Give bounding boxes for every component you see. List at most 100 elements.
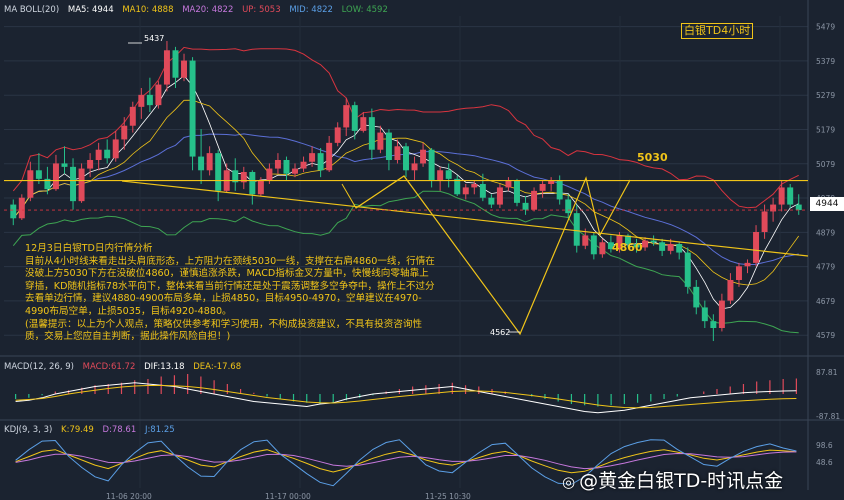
candle-body — [70, 166, 77, 202]
candle-body — [368, 117, 375, 150]
candle-body — [27, 170, 34, 198]
candle-body — [343, 105, 350, 128]
time-label-1: 11-06 20:00 — [106, 492, 152, 500]
candle-body — [599, 242, 606, 255]
ma20-label: MA20: 4822 — [182, 5, 233, 15]
candle-body — [78, 168, 85, 202]
candle-body — [462, 187, 469, 195]
candle-body — [684, 252, 691, 287]
watermark: ◎ @黄金白银TD-时讯点金 — [562, 466, 783, 493]
candle-body — [659, 242, 666, 251]
macd-tick-label: -87.81 — [816, 412, 840, 421]
candle-body — [129, 106, 136, 126]
candle-body — [172, 50, 179, 78]
time-label-2: 11-17 00:00 — [265, 492, 311, 500]
high-annotation: 5437 — [144, 34, 164, 43]
support-label: 4860 — [612, 241, 643, 254]
candle-body — [778, 187, 785, 205]
candle-body — [95, 149, 102, 160]
candle-body — [351, 105, 358, 131]
macd-value: MACD:61.72 — [83, 362, 136, 372]
candle-body — [18, 197, 25, 219]
candle-body — [394, 146, 401, 160]
candle-body — [326, 142, 333, 171]
candle-body — [181, 60, 188, 78]
candle-body — [718, 300, 725, 328]
ma5-label: MA5: 4944 — [68, 5, 114, 15]
candle-body — [539, 184, 546, 191]
candle-body — [317, 153, 324, 171]
price-tick-label: 4579 — [816, 331, 835, 340]
candle-body — [496, 187, 503, 205]
symbol-label: 白银TD4小时 — [681, 23, 754, 39]
candle-body — [531, 190, 538, 210]
candle-body — [257, 180, 264, 195]
candle-body — [761, 211, 768, 232]
candle-body — [198, 156, 205, 171]
candle-body — [693, 286, 700, 308]
candle-body — [701, 307, 708, 322]
kdj-tick-label: 98.6 — [816, 441, 833, 450]
candle-body — [206, 153, 213, 171]
candle-body — [735, 266, 742, 280]
candle-body — [428, 149, 435, 181]
price-tick-label: 5379 — [816, 57, 835, 66]
d-value: D:78.61 — [102, 425, 136, 435]
boll-mid-label: MID: 4822 — [289, 5, 333, 15]
candle-body — [121, 125, 128, 140]
candle-body — [189, 60, 196, 157]
candle-body — [249, 172, 256, 195]
macd-name: MACD(12, 26, 9) — [4, 362, 74, 372]
candle-body — [522, 202, 529, 210]
candle-body — [667, 244, 674, 251]
candle-body — [112, 139, 119, 159]
candle-body — [471, 184, 478, 188]
dif-value: DIF:13.18 — [144, 362, 184, 372]
candle-body — [642, 240, 649, 248]
candle-body — [556, 180, 563, 200]
candle-body — [35, 170, 42, 179]
kdj-tick-label: 48.6 — [816, 458, 833, 467]
dea-value: DEA:-17.68 — [193, 362, 241, 372]
candle-body — [163, 50, 170, 85]
price-tick-label: 5179 — [816, 125, 835, 134]
candle-body — [795, 204, 802, 211]
analysis-title: 12月3日白银TD日内行情分析 — [25, 243, 153, 254]
macd-tick-label: 87.81 — [816, 368, 838, 377]
candle-body — [420, 149, 427, 164]
kdj-name: KDJ(9, 3, 3) — [4, 425, 52, 435]
candle-body — [215, 153, 222, 191]
watermark-text: @黄金白银TD-时讯点金 — [579, 470, 784, 492]
candle-body — [104, 149, 111, 159]
candle-body — [573, 213, 580, 246]
price-tick-label: 5479 — [816, 23, 835, 32]
candle-body — [334, 127, 341, 143]
k-value: K:79.49 — [61, 425, 94, 435]
svg-text:MACD(12, 26, 9) MACD:61.72: MACD(12, 26, 9) MACD:61.72 DIF:13.18 DEA… — [4, 362, 241, 372]
candle-body — [360, 117, 367, 131]
price-tick-label: 4679 — [816, 297, 835, 306]
analysis-tip: (温馨提示：以上为个人观点，策略仅供参考和学习使用，不构成投资建议，不具有投资咨… — [25, 318, 423, 343]
candle-body — [300, 161, 307, 169]
j-value: J:81.25 — [144, 425, 175, 435]
camera-icon: ◎ — [562, 473, 576, 491]
candle-body — [590, 235, 597, 255]
candle-body — [437, 170, 444, 181]
candle-body — [309, 153, 316, 162]
candle-body — [787, 187, 794, 205]
candle-body — [61, 163, 68, 167]
candle-body — [385, 132, 392, 160]
candle-body — [445, 170, 452, 179]
svg-text:MA BOLL(20) MA5: 4944: MA BOLL(20) MA5: 4944 MA10: 4888 MA20: 4… — [4, 5, 388, 15]
candle-body — [582, 235, 589, 246]
candle-body — [52, 163, 59, 190]
candle-body — [650, 240, 657, 243]
candle-body — [266, 168, 273, 181]
candle-body — [710, 321, 717, 328]
candle-body — [676, 244, 683, 253]
candle-body — [274, 160, 281, 169]
candle-body — [146, 94, 153, 106]
candle-body — [138, 94, 145, 107]
svg-text:KDJ(9, 3, 3) K:79.49 D: KDJ(9, 3, 3) K:79.49 D:78.61 J:81.25 — [4, 425, 175, 435]
candle-body — [514, 180, 520, 203]
